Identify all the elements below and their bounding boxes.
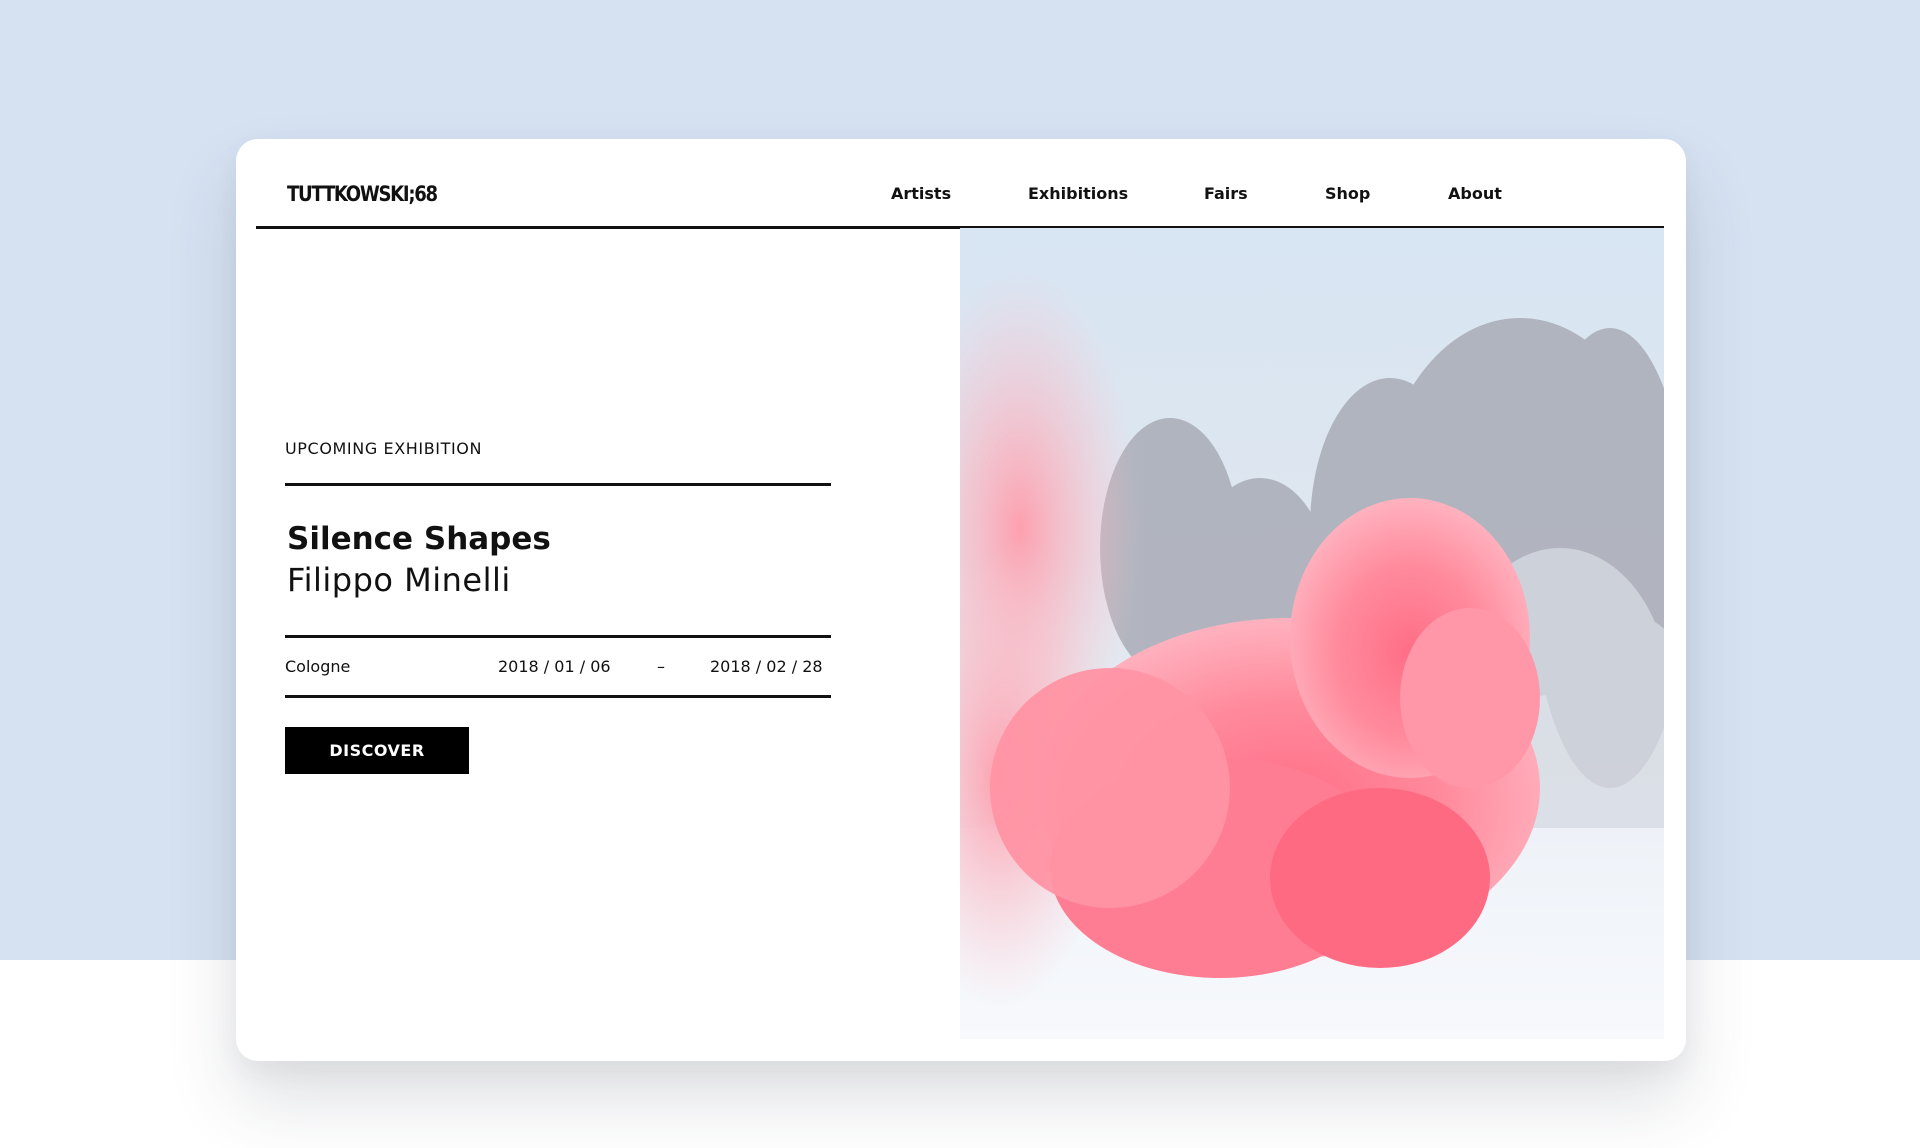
exhibition-title-block: Silence Shapes Filippo Minelli [285, 486, 831, 635]
date-separator: – [657, 657, 665, 676]
nav-item-artists[interactable]: Artists [891, 184, 951, 203]
exhibition-title: Silence Shapes [287, 521, 551, 557]
site-logo[interactable]: TUTTKOWSKI;68 [287, 182, 438, 206]
nav-item-shop[interactable]: Shop [1325, 184, 1370, 203]
nav-item-exhibitions[interactable]: Exhibitions [1028, 184, 1128, 203]
exhibition-meta: Cologne 2018 / 01 / 06 – 2018 / 02 / 28 [285, 638, 831, 695]
exhibition-end-date: 2018 / 02 / 28 [710, 657, 823, 676]
hero-photo-illustration [960, 268, 1664, 1039]
page-card: TUTTKOWSKI;68 Artists Exhibitions Fairs … [236, 139, 1686, 1061]
exhibition-start-date: 2018 / 01 / 06 [498, 657, 611, 676]
hero-image [960, 228, 1664, 1039]
exhibition-panel: UPCOMING EXHIBITION Silence Shapes Filip… [285, 439, 831, 774]
exhibition-city: Cologne [285, 657, 351, 676]
site-header: TUTTKOWSKI;68 Artists Exhibitions Fairs … [256, 139, 1664, 229]
nav-item-about[interactable]: About [1448, 184, 1502, 203]
exhibition-eyebrow: UPCOMING EXHIBITION [285, 439, 483, 458]
nav-item-fairs[interactable]: Fairs [1204, 184, 1248, 203]
discover-button[interactable]: DISCOVER [285, 727, 469, 774]
divider [285, 695, 831, 698]
artist-name: Filippo Minelli [287, 561, 511, 599]
